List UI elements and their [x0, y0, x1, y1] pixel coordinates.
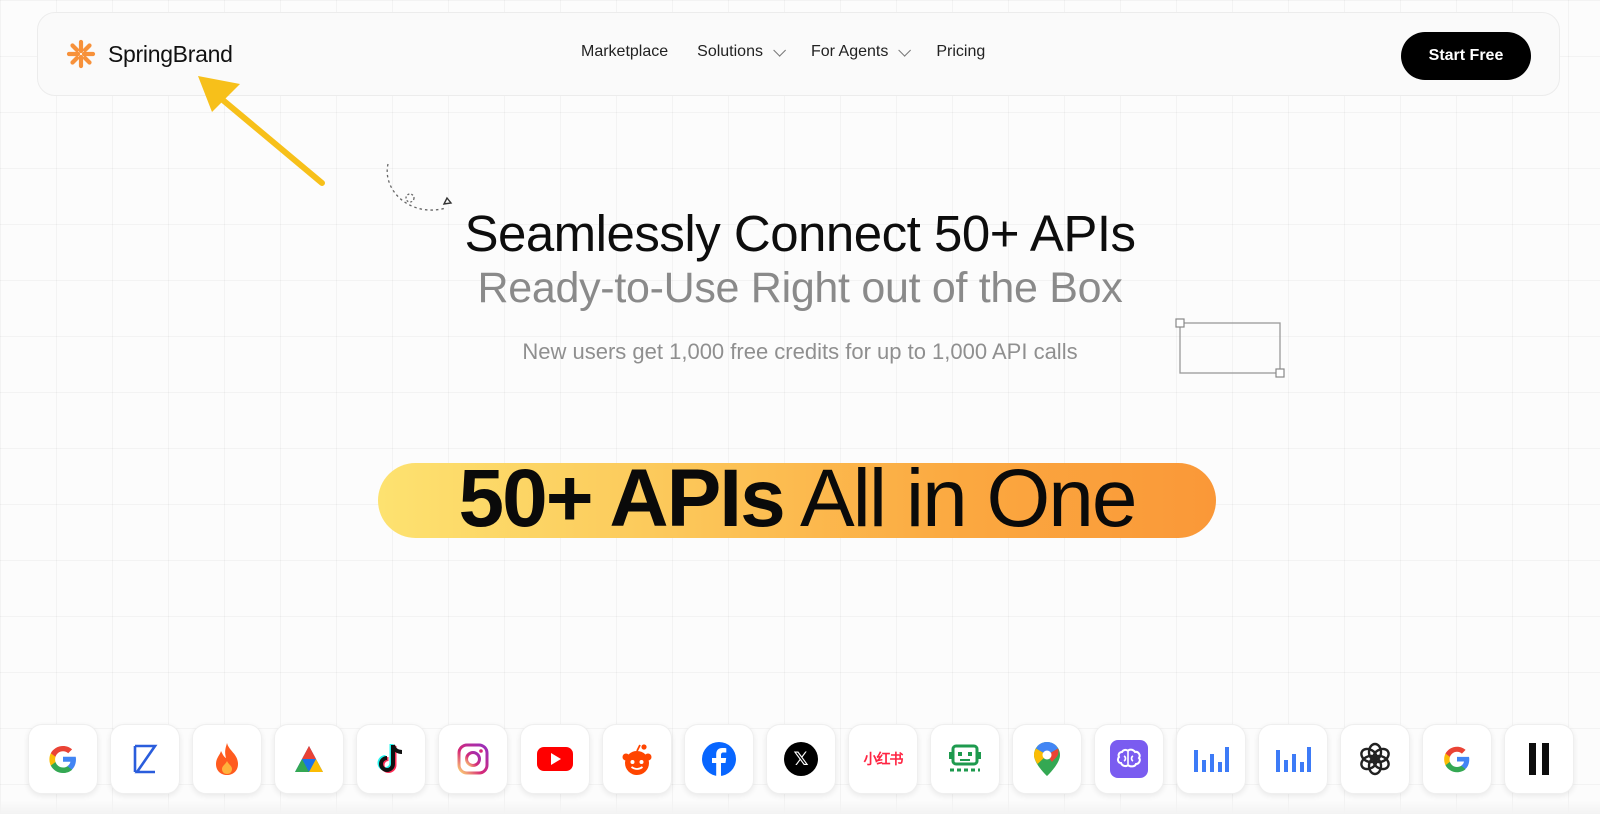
pause-icon [1529, 743, 1549, 775]
api-logo-tile[interactable] [930, 724, 1000, 794]
facebook-icon [702, 742, 736, 776]
nav-solutions-label: Solutions [697, 43, 763, 60]
highlight-headline: 50+ APIs All in One [378, 452, 1216, 546]
api-logo-tile[interactable] [1504, 724, 1574, 794]
api-logo-tile[interactable] [1422, 724, 1492, 794]
api-logo-tile[interactable] [520, 724, 590, 794]
youtube-icon [537, 747, 573, 771]
x-icon: 𝕏 [784, 742, 818, 776]
api-logo-tile[interactable] [356, 724, 426, 794]
api-logo-tile[interactable] [1012, 724, 1082, 794]
nav-links: Marketplace Solutions For Agents Pricing [581, 43, 985, 61]
nav-marketplace-label: Marketplace [581, 43, 669, 60]
robot-icon [949, 744, 981, 772]
reddit-icon [622, 744, 652, 775]
api-logo-strip: 𝕏 小红书 [28, 724, 1574, 794]
api-logo-tile[interactable]: 小红书 [848, 724, 918, 794]
api-logo-tile[interactable] [1340, 724, 1410, 794]
google-maps-icon [1034, 742, 1060, 776]
instagram-icon [457, 743, 489, 775]
brand-logo-link[interactable]: SpringBrand [66, 39, 233, 69]
xiaohongshu-icon: 小红书 [863, 752, 904, 768]
nav-pricing[interactable]: Pricing [936, 43, 985, 61]
tiktok-icon [377, 744, 403, 773]
api-logo-tile[interactable] [1258, 724, 1328, 794]
hero-subtitle: Ready-to-Use Right out of the Box [477, 264, 1123, 312]
bar-chart-icon [1276, 747, 1311, 772]
brain-icon [1110, 740, 1148, 778]
hero-credits-note: New users get 1,000 free credits for up … [522, 339, 1078, 364]
adroll-icon [295, 746, 323, 772]
google-icon [49, 746, 76, 773]
highlight-rest-text: All in One [783, 453, 1138, 544]
brand-name: SpringBrand [108, 40, 233, 67]
api-logo-tile[interactable] [438, 724, 508, 794]
nav-marketplace[interactable]: Marketplace [581, 43, 668, 61]
flame-icon [216, 743, 238, 775]
spark-logo-icon [66, 39, 96, 69]
annotation-arrow-icon [198, 76, 325, 186]
hero-title: Seamlessly Connect 50+ APIs [464, 205, 1136, 262]
nav-pricing-label: Pricing [936, 43, 986, 60]
kaggle-icon [133, 744, 158, 774]
bar-chart-icon [1194, 747, 1229, 772]
api-logo-tile[interactable] [110, 724, 180, 794]
openai-icon [1360, 742, 1390, 776]
highlight-bold-text: 50+ APIs [458, 453, 786, 544]
api-logo-tile[interactable] [28, 724, 98, 794]
api-logo-tile[interactable] [602, 724, 672, 794]
start-free-button[interactable]: Start Free [1401, 32, 1531, 80]
chevron-down-icon [898, 43, 912, 57]
nav-for-agents-label: For Agents [810, 43, 889, 60]
google-icon [1444, 746, 1470, 773]
api-logo-tile[interactable]: 𝕏 [766, 724, 836, 794]
chevron-down-icon [773, 43, 786, 57]
api-logo-tile[interactable] [1094, 724, 1164, 794]
api-logo-tile[interactable] [684, 724, 754, 794]
nav-for-agents-dropdown[interactable]: For Agents [810, 43, 912, 61]
api-logo-tile[interactable] [1176, 724, 1246, 794]
api-logo-tile[interactable] [274, 724, 344, 794]
api-logo-tile[interactable] [192, 724, 262, 794]
nav-solutions-dropdown[interactable]: Solutions [697, 43, 786, 61]
bottom-fade [0, 800, 1600, 814]
